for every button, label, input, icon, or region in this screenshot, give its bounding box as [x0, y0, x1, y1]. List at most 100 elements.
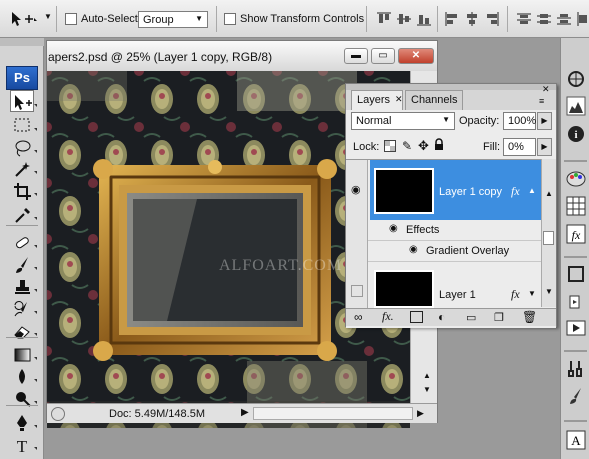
effects-row[interactable]: ◉ Effects — [346, 220, 541, 241]
horizontal-scrollbar[interactable] — [253, 407, 413, 420]
layer-row[interactable]: ◉ Layer 1 copy fx ▲ — [346, 160, 541, 220]
panel-close-icon[interactable]: ✕ — [542, 84, 550, 95]
pen-tool-icon[interactable] — [10, 411, 34, 433]
type-tool-icon[interactable]: T — [10, 433, 34, 455]
align-bottom-edges-icon[interactable] — [416, 11, 432, 27]
dock-divider — [564, 256, 587, 258]
paths-icon[interactable] — [566, 264, 586, 284]
tool-flyout-indicator — [34, 193, 37, 196]
brushes-icon[interactable] — [566, 386, 586, 406]
crop-tool-icon[interactable] — [10, 179, 34, 201]
lasso-tool-icon[interactable] — [10, 136, 34, 158]
panel-menu-icon[interactable]: ≡ — [539, 96, 544, 106]
blend-mode-value: Normal — [356, 115, 392, 127]
opacity-value: 100% — [508, 115, 537, 127]
marquee-tool-icon[interactable] — [10, 114, 34, 136]
scroll-down-icon[interactable]: ▼ — [545, 287, 553, 296]
tool-presets-icon[interactable] — [566, 358, 586, 378]
delete-layer-icon[interactable]: 🗑 — [522, 310, 537, 324]
magic-wand-icon[interactable] — [10, 157, 34, 179]
histogram-icon[interactable] — [566, 96, 586, 116]
visibility-toggle[interactable] — [346, 262, 368, 308]
fx-badge[interactable]: fx — [511, 287, 520, 302]
status-menu-arrow-icon[interactable]: ▶ — [241, 407, 249, 418]
scroll-right-icon[interactable]: ▶ — [417, 408, 424, 419]
brush-tool-icon[interactable] — [10, 253, 34, 275]
expand-effects-icon[interactable]: ▲ — [528, 186, 536, 195]
right-panel-dock: i fx A — [560, 38, 589, 459]
tools-panel-grip[interactable] — [0, 38, 44, 46]
gradient-overlay-row[interactable]: ◉ Gradient Overlay — [346, 241, 541, 262]
add-style-icon[interactable]: fx. — [382, 309, 394, 324]
opacity-slider-arrow-icon[interactable]: ▶ — [537, 112, 552, 130]
new-group-icon[interactable]: ▭ — [466, 311, 476, 324]
healing-brush-icon[interactable] — [10, 231, 34, 253]
link-layers-icon[interactable]: ∞ — [354, 310, 363, 324]
document-title-bar[interactable]: apers2.psd @ 25% (Layer 1 copy, RGB/8) ▬… — [47, 41, 437, 71]
fx-badge[interactable]: fx — [511, 184, 520, 199]
close-button[interactable]: ✕ — [398, 48, 434, 64]
align-horizontal-centers-icon[interactable] — [464, 11, 480, 27]
history-icon[interactable] — [566, 292, 586, 312]
layer-row[interactable]: Layer 1 fx ▼ — [346, 262, 536, 308]
history-brush-icon[interactable] — [10, 297, 34, 319]
auto-select-checkbox[interactable] — [65, 13, 77, 25]
adjustment-layer-icon[interactable]: ◐ — [438, 310, 445, 324]
visibility-toggle[interactable]: ◉ — [346, 160, 368, 220]
align-vertical-centers-icon[interactable] — [396, 11, 412, 27]
opacity-field[interactable]: 100% — [503, 112, 536, 130]
lock-all-icon[interactable] — [434, 138, 444, 154]
distribute-centers-icon[interactable] — [536, 11, 552, 27]
add-mask-icon[interactable] — [410, 311, 423, 323]
color-palette-icon[interactable] — [566, 168, 586, 188]
collapse-effects-icon[interactable]: ▼ — [528, 289, 536, 298]
photoshop-logo[interactable]: Ps — [6, 66, 38, 90]
chevron-down-icon: ▼ — [442, 115, 450, 124]
blur-tool-icon[interactable] — [10, 365, 34, 387]
clone-stamp-icon[interactable] — [10, 275, 34, 297]
zoom-indicator-icon[interactable] — [51, 407, 65, 421]
navigator-icon[interactable] — [566, 69, 586, 89]
info-icon[interactable]: i — [566, 124, 586, 144]
show-transform-checkbox[interactable] — [224, 13, 236, 25]
distribute-bottom-icon[interactable] — [556, 11, 572, 27]
character-icon[interactable]: A — [566, 430, 586, 450]
gradient-tool-icon[interactable] — [10, 343, 34, 365]
distribute-left-icon[interactable] — [576, 11, 589, 27]
layers-panel: Layers ✕ Channels ✕ ≡ Normal ▼ Opacity: … — [345, 83, 557, 328]
tool-flyout-indicator — [34, 311, 37, 314]
distribute-top-icon[interactable] — [516, 11, 532, 27]
eyedropper-icon[interactable] — [10, 203, 34, 225]
eye-icon[interactable]: ◉ — [389, 223, 398, 234]
new-layer-icon[interactable]: ❐ — [494, 311, 504, 324]
maximize-button[interactable]: ▭ — [371, 48, 395, 64]
fill-slider-arrow-icon[interactable]: ▶ — [537, 138, 552, 156]
tab-channels[interactable]: Channels — [405, 90, 463, 110]
tab-layers[interactable]: Layers ✕ — [351, 90, 403, 110]
scroll-thumb[interactable] — [543, 231, 554, 245]
align-right-edges-icon[interactable] — [484, 11, 500, 27]
align-top-edges-icon[interactable] — [376, 11, 392, 27]
auto-select-dropdown[interactable]: Group ▼ — [138, 11, 208, 28]
preset-chevron-down-icon[interactable]: ▼ — [44, 12, 52, 21]
styles-fx-icon[interactable]: fx — [566, 224, 586, 244]
move-tool-preset-icon[interactable] — [10, 11, 38, 30]
move-tool-icon[interactable] — [10, 90, 34, 112]
actions-play-icon[interactable] — [566, 318, 586, 338]
align-left-edges-icon[interactable] — [444, 11, 460, 27]
minimize-button[interactable]: ▬ — [344, 48, 368, 64]
scroll-down-icon[interactable]: ▼ — [423, 385, 431, 394]
lock-image-brush-icon[interactable]: ✎ — [402, 139, 412, 153]
swatches-icon[interactable] — [566, 196, 586, 216]
blend-mode-dropdown[interactable]: Normal ▼ — [351, 112, 455, 130]
layers-bottom-bar: ∞ fx. ◐ ▭ ❐ 🗑 — [346, 308, 556, 326]
layers-scrollbar[interactable]: ▲ ▼ — [541, 159, 556, 307]
fill-field[interactable]: 0% — [503, 138, 536, 156]
tool-flyout-indicator — [34, 128, 37, 131]
lock-transparent-icon[interactable] — [384, 140, 396, 155]
scroll-up-icon[interactable]: ▲ — [423, 371, 431, 380]
lock-position-icon[interactable]: ✥ — [418, 138, 429, 154]
close-tab-icon[interactable]: ✕ — [395, 94, 403, 105]
scroll-up-icon[interactable]: ▲ — [545, 189, 553, 198]
eye-icon[interactable]: ◉ — [409, 244, 418, 255]
